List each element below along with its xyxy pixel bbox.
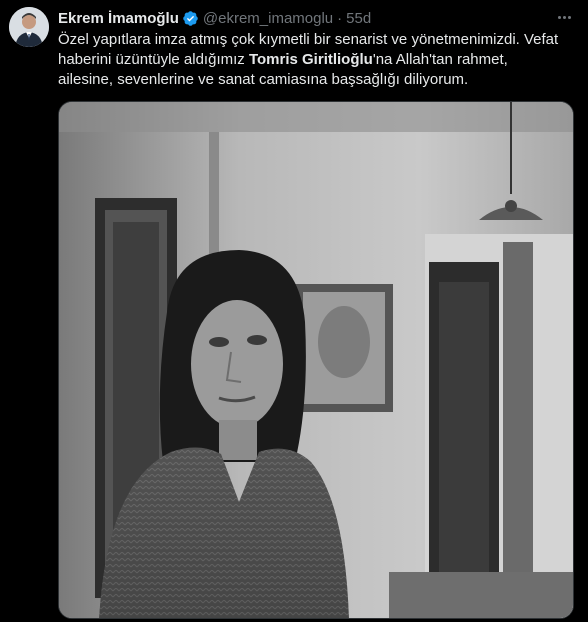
tweet-photo[interactable] xyxy=(58,101,574,619)
verified-badge-icon xyxy=(183,10,198,26)
tweet-text: Özel yapıtlara imza atmış çok kıymetli b… xyxy=(58,30,578,90)
avatar[interactable] xyxy=(9,7,49,47)
tweet-text-line-2-start: haberini üzüntüyle aldığımız xyxy=(58,51,249,68)
tweet-text-line-1: Özel yapıtlara imza atmış çok kıymetli b… xyxy=(58,31,559,48)
tweet-text-line-2-end: 'na Allah'tan rahmet, xyxy=(372,51,508,68)
tweet-timestamp[interactable]: 55d xyxy=(346,10,371,27)
author-name[interactable]: Ekrem İmamoğlu xyxy=(58,10,179,27)
more-options-icon[interactable] xyxy=(554,9,574,25)
tweet[interactable]: Ekrem İmamoğlu @ekrem_imamoglu · 55d Öze… xyxy=(0,0,588,622)
tweet-text-line-2: haberini üzüntüyle aldığımız Tomris Giri… xyxy=(58,50,578,70)
tweet-header: Ekrem İmamoğlu @ekrem_imamoglu · 55d xyxy=(58,8,572,28)
separator: · xyxy=(337,9,343,27)
tweet-text-bold-name: Tomris Giritlioğlu xyxy=(248,51,373,68)
tweet-text-line-3: ailesine, sevenlerine ve sanat camiasına… xyxy=(58,71,469,88)
author-handle[interactable]: @ekrem_imamoglu xyxy=(203,10,333,27)
